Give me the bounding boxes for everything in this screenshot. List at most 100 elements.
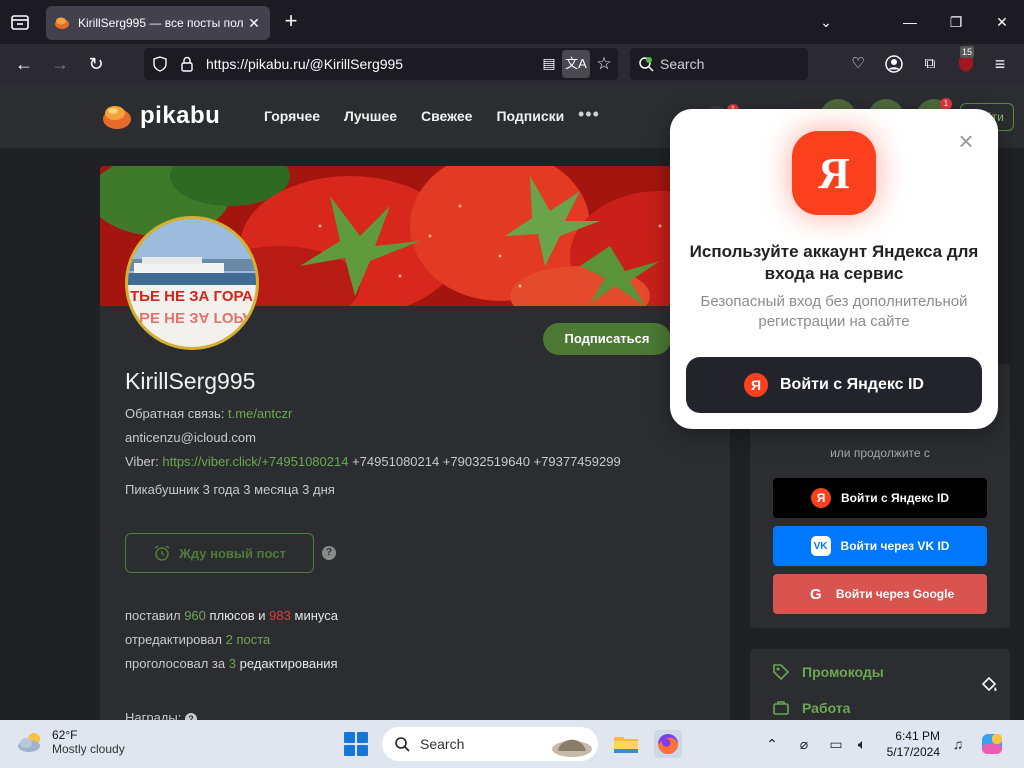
reader-view-icon[interactable]: ▤ xyxy=(540,55,558,73)
member-since: Пикабушник 3 года 3 месяца 3 дня xyxy=(125,482,335,497)
yandex-icon: Я xyxy=(811,488,831,508)
votes-text-2: плюсов и xyxy=(209,608,266,623)
yandex-login-button[interactable]: Я Войти с Яндекс ID xyxy=(773,478,987,518)
account-icon[interactable] xyxy=(882,52,906,76)
shield-icon[interactable] xyxy=(152,56,168,72)
nav-fresh[interactable]: Свежее xyxy=(421,108,472,124)
search-engine-icon xyxy=(639,57,654,72)
google-login-button[interactable]: G Войти через Google xyxy=(773,574,987,614)
tab-list-icon[interactable] xyxy=(8,10,32,34)
viber-label: Viber: xyxy=(125,454,159,469)
browser-tab-bar: KirillSerg995 — все посты пол ✕ + ⌄ — ❐ … xyxy=(0,0,1024,44)
menu-icon[interactable]: ≡ xyxy=(988,52,1012,76)
viber-link[interactable]: https://viber.click/+74951080214 xyxy=(162,454,348,469)
wait-new-post-button[interactable]: Жду новый пост xyxy=(125,533,314,573)
firefox-icon[interactable] xyxy=(654,730,682,758)
more-menu-icon[interactable]: ••• xyxy=(578,104,600,125)
minimize-icon[interactable]: — xyxy=(898,10,922,34)
yandex-button-icon: Я xyxy=(744,373,768,397)
vk-login-button[interactable]: VK Войти через VK ID xyxy=(773,526,987,566)
promo-codes-link[interactable]: Промокоды xyxy=(772,663,884,681)
pikabu-favicon-icon xyxy=(55,17,69,29)
weather-temperature: 62°F xyxy=(52,728,78,742)
browser-tab-active[interactable]: KirillSerg995 — все посты пол ✕ xyxy=(46,6,270,40)
notification-bell-icon[interactable]: ♫ xyxy=(948,734,968,754)
translate-icon[interactable]: 文A xyxy=(562,50,590,78)
pikabu-logo-icon xyxy=(103,106,131,129)
subscribe-button[interactable]: Подписаться xyxy=(543,323,671,355)
awards-help-icon[interactable]: ? xyxy=(185,713,197,720)
system-clock[interactable]: 6:41 PM 5/17/2024 xyxy=(880,728,940,760)
search-placeholder: Search xyxy=(660,56,705,72)
side-links-panel: Промокоды Работа xyxy=(750,649,1010,720)
weather-widget[interactable]: 62°F Mostly cloudy xyxy=(16,728,125,756)
taskbar-search-label: Search xyxy=(420,736,465,752)
voted-text: проголосовал за xyxy=(125,656,226,671)
list-all-tabs-icon[interactable]: ⌄ xyxy=(814,10,838,34)
taskbar-search[interactable]: Search xyxy=(382,727,598,761)
extensions-icon[interactable]: ⧉ xyxy=(918,52,942,76)
pikabu-logo[interactable]: pikabu xyxy=(102,102,220,130)
feedback-link[interactable]: t.me/antczr xyxy=(228,406,292,421)
nav-hot[interactable]: Горячее xyxy=(264,108,320,124)
voted-count[interactable]: 3 xyxy=(229,656,236,671)
forward-icon[interactable]: → xyxy=(48,52,72,76)
wait-new-post-label: Жду новый пост xyxy=(179,545,286,561)
awards-text: Награды: xyxy=(125,710,182,720)
network-icon[interactable]: ⌀ xyxy=(794,734,814,754)
votes-stat: поставил 960 плюсов и 983 минуса xyxy=(125,608,338,623)
email-line: anticenzu@icloud.com xyxy=(125,430,256,445)
window-close-icon[interactable]: ✕ xyxy=(990,10,1014,34)
clock-time: 6:41 PM xyxy=(895,729,940,743)
jobs-label: Работа xyxy=(802,700,851,716)
tab-close-icon[interactable]: ✕ xyxy=(246,15,262,31)
feedback-label: Обратная связь: xyxy=(125,406,225,421)
minus-count: 983 xyxy=(269,608,291,623)
weather-condition: Mostly cloudy xyxy=(52,742,125,756)
ublock-icon[interactable]: 15 xyxy=(954,46,978,76)
nav-subscriptions[interactable]: Подписки xyxy=(496,108,564,124)
theme-paint-icon[interactable] xyxy=(980,676,998,694)
voted-edits-stat: проголосовал за 3 редактирования xyxy=(125,656,338,671)
popup-close-icon[interactable]: × xyxy=(956,128,976,154)
votes-text-1: поставил xyxy=(125,608,181,623)
phone-numbers: +74951080214 +79032519640 +79377459299 xyxy=(352,454,621,469)
alarm-clock-icon xyxy=(154,545,170,561)
vk-login-label: Войти через VK ID xyxy=(840,539,950,553)
windows-start-icon[interactable] xyxy=(344,732,368,756)
page-content: pikabu Горячее Лучшее Свежее Подписки ••… xyxy=(0,84,1024,720)
popup-yandex-login-button[interactable]: Я Войти с Яндекс ID xyxy=(686,357,982,413)
plus-count: 960 xyxy=(184,608,206,623)
new-tab-button[interactable]: + xyxy=(280,10,302,33)
avatar[interactable]: ТЬЕ НЕ ЗА ГОРА ТЬЕ НЕ ЗА ГОРА xyxy=(125,216,259,350)
windows-taskbar: 62°F Mostly cloudy Search ⌃ ⌀ ▭ 🔈︎ 6:41 … xyxy=(0,720,1024,768)
google-login-label: Войти через Google xyxy=(835,587,955,601)
yandex-login-label: Войти с Яндекс ID xyxy=(841,491,949,505)
popup-title: Используйте аккаунт Яндекса для входа на… xyxy=(689,242,979,283)
popup-subtitle: Безопасный вход без дополнительной регис… xyxy=(700,293,968,330)
search-bar[interactable]: Search xyxy=(630,48,808,80)
jobs-link[interactable]: Работа xyxy=(772,699,850,717)
edited-count[interactable]: 2 поста xyxy=(226,632,271,647)
viber-line: Viber: https://viber.click/+74951080214 … xyxy=(125,454,621,469)
main-nav: Горячее Лучшее Свежее Подписки xyxy=(264,108,564,124)
bookmark-star-icon[interactable]: ☆ xyxy=(594,54,614,74)
volume-icon[interactable]: 🔈︎ xyxy=(852,734,872,754)
lock-icon[interactable] xyxy=(180,56,194,72)
restore-icon[interactable]: ❐ xyxy=(944,10,968,34)
reload-icon[interactable]: ↻ xyxy=(84,52,108,76)
pocket-icon[interactable]: ♡ xyxy=(846,52,870,76)
svg-text:ТЬЕ НЕ ЗА ГОРА: ТЬЕ НЕ ЗА ГОРА xyxy=(130,309,253,326)
copilot-icon[interactable] xyxy=(980,732,1004,756)
edited-text: отредактировал xyxy=(125,632,222,647)
tag-icon xyxy=(773,664,790,681)
address-bar[interactable]: https://pikabu.ru/@KirillSerg995 ▤ 文A ☆ xyxy=(144,48,618,80)
nav-best[interactable]: Лучшее xyxy=(344,108,397,124)
tray-overflow-icon[interactable]: ⌃ xyxy=(762,734,782,754)
back-icon[interactable]: ← xyxy=(12,52,36,76)
briefcase-icon xyxy=(773,701,789,715)
help-icon[interactable]: ? xyxy=(322,546,336,560)
file-explorer-icon[interactable] xyxy=(612,730,640,758)
yandex-logo-icon: Я xyxy=(792,131,876,215)
display-icon[interactable]: ▭ xyxy=(826,734,846,754)
